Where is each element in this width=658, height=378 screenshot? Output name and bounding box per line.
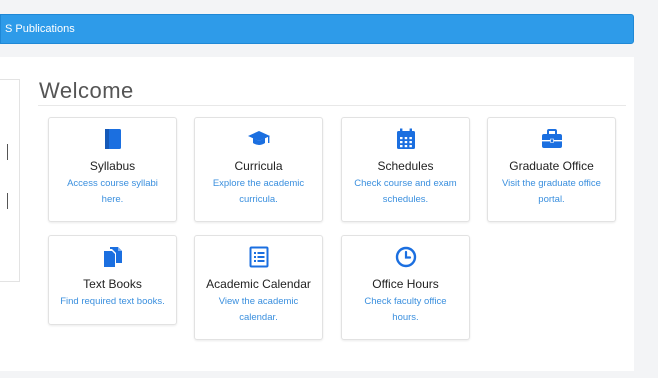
book-icon [49, 128, 176, 150]
title-divider [38, 105, 626, 106]
sidebar-panel [0, 79, 20, 282]
navbar-brand-link[interactable]: S Publications [5, 23, 75, 35]
card-curricula[interactable]: Curricula Explore the academic curricula. [194, 117, 323, 222]
sidebar-marker [7, 144, 8, 160]
card-text-books[interactable]: Text Books Find required text books. [48, 235, 177, 325]
card-description: View the academic calendar. [218, 296, 299, 323]
card-title: Graduate Office [509, 159, 594, 173]
right-gutter [634, 44, 658, 378]
card-title: Schedules [377, 159, 434, 173]
card-academic-calendar[interactable]: Academic Calendar View the academic calen… [194, 235, 323, 340]
graduation-cap-icon [195, 128, 322, 150]
briefcase-icon [488, 128, 615, 150]
list-document-icon [195, 246, 322, 268]
card-graduate-office[interactable]: Graduate Office Visit the graduate offic… [487, 117, 616, 222]
card-title: Academic Calendar [206, 277, 311, 291]
card-description: Access course syllabi here. [67, 178, 158, 205]
clock-icon [342, 246, 469, 268]
card-description: Check faculty office hours. [364, 296, 447, 323]
top-navbar: S Publications [0, 14, 634, 44]
card-description: Explore the academic curricula. [212, 178, 305, 205]
card-description: Check course and exam schedules. [354, 178, 457, 205]
card-title: Syllabus [89, 159, 136, 173]
card-office-hours[interactable]: Office Hours Check faculty office hours. [341, 235, 470, 340]
card-description: Find required text books. [60, 296, 165, 307]
card-title: Office Hours [372, 277, 439, 291]
card-title: Text Books [83, 277, 142, 291]
footer-strip [0, 371, 634, 378]
calendar-icon [342, 128, 469, 150]
card-title: Curricula [234, 159, 283, 173]
card-schedules[interactable]: Schedules Check course and exam schedules… [341, 117, 470, 222]
top-strip [0, 0, 658, 14]
card-syllabus[interactable]: Syllabus Access course syllabi here. [48, 117, 177, 222]
sidebar-marker [7, 193, 8, 209]
file-copy-icon [49, 246, 176, 268]
card-description: Visit the graduate office portal. [502, 178, 601, 205]
page-title: Welcome [39, 78, 134, 103]
